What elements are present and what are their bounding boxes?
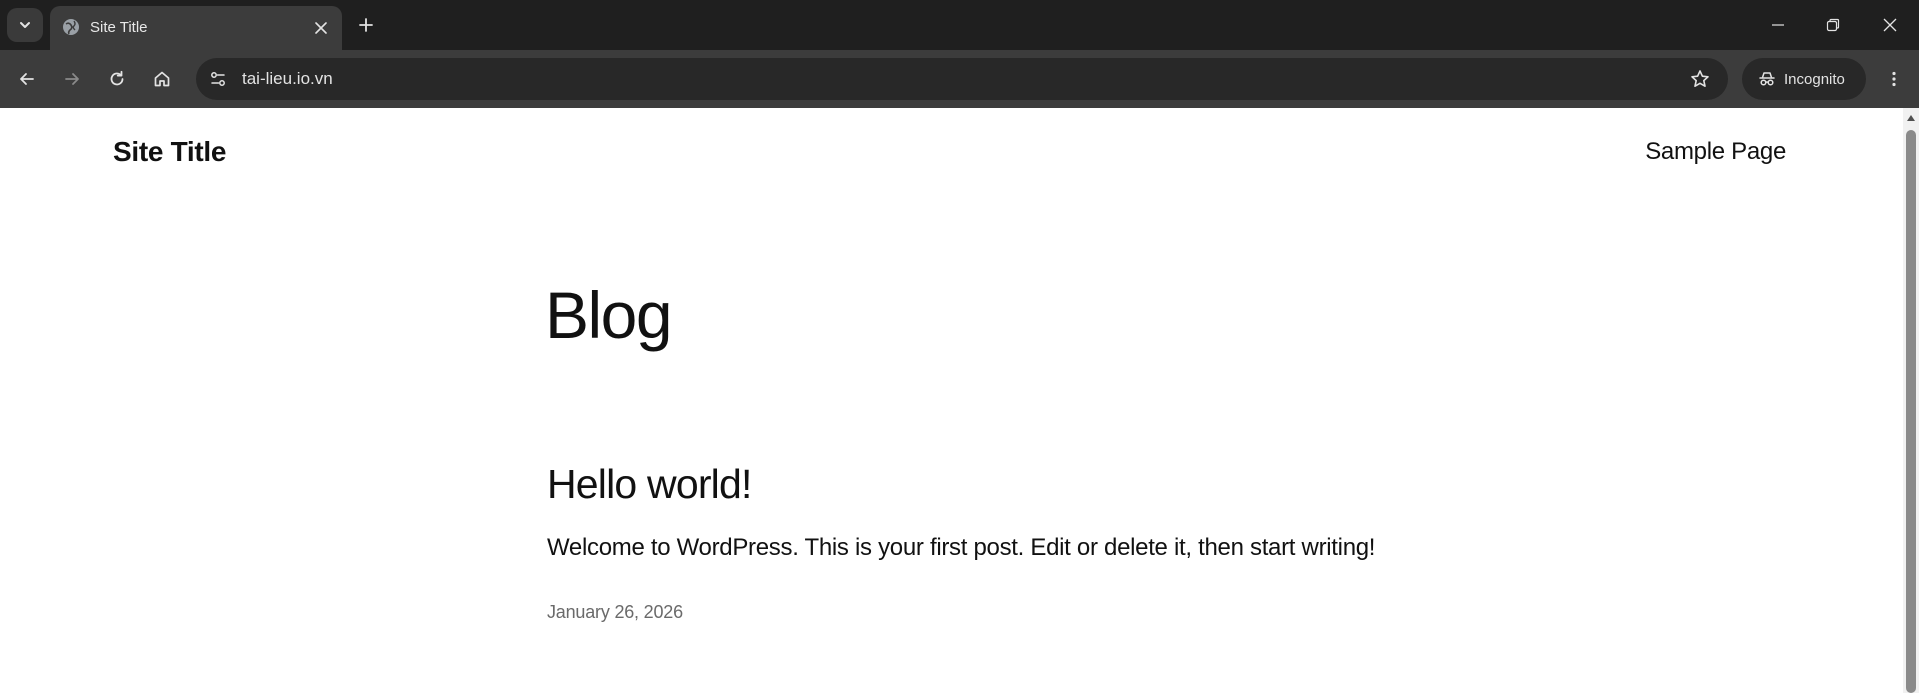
home-icon <box>154 71 170 87</box>
page-viewport: Site Title Sample Page Blog Hello world!… <box>0 108 1903 693</box>
globe-icon <box>63 19 79 35</box>
address-bar[interactable]: tai-lieu.io.vn <box>196 58 1728 100</box>
close-window-button[interactable] <box>1870 8 1910 42</box>
browser-chrome: Site Title tai-lieu.io.vn Incognito <box>0 0 1919 108</box>
kebab-menu-icon <box>1892 71 1896 87</box>
scroll-up-button[interactable] <box>1903 112 1919 124</box>
minimize-icon <box>1772 24 1784 26</box>
tab-active[interactable]: Site Title <box>50 6 342 50</box>
incognito-indicator[interactable]: Incognito <box>1742 58 1866 100</box>
tune-icon <box>211 72 225 86</box>
scrollbar-thumb[interactable] <box>1906 130 1916 693</box>
triangle-up-icon <box>1907 115 1915 121</box>
minimize-button[interactable] <box>1758 8 1798 42</box>
site-title-link[interactable]: Site Title <box>113 136 226 168</box>
browser-menu-button[interactable] <box>1876 61 1912 97</box>
star-icon <box>1691 70 1709 87</box>
back-button[interactable] <box>9 61 45 97</box>
new-tab-button[interactable] <box>352 11 380 39</box>
browser-toolbar: tai-lieu.io.vn Incognito <box>0 50 1919 108</box>
tab-close-button[interactable] <box>310 17 332 39</box>
close-icon <box>1883 18 1897 32</box>
arrow-right-icon <box>65 73 79 85</box>
chevron-down-icon <box>20 22 30 28</box>
forward-button[interactable] <box>54 61 90 97</box>
vertical-scrollbar[interactable] <box>1903 108 1919 693</box>
tab-strip: Site Title <box>0 0 1919 50</box>
reload-button[interactable] <box>99 61 135 97</box>
post-date: January 26, 2026 <box>547 602 683 622</box>
url-text[interactable]: tai-lieu.io.vn <box>242 69 333 89</box>
restore-icon <box>1826 18 1840 32</box>
incognito-icon <box>1759 72 1775 86</box>
tab-title: Site Title <box>90 19 148 36</box>
home-button[interactable] <box>144 61 180 97</box>
bookmark-button[interactable] <box>1684 63 1716 95</box>
close-icon <box>315 22 327 34</box>
reload-icon <box>110 70 124 86</box>
tab-search-button[interactable] <box>7 8 43 42</box>
plus-icon <box>359 18 373 32</box>
arrow-left-icon <box>20 73 34 85</box>
page-title: Blog <box>545 278 673 352</box>
post-excerpt: Welcome to WordPress. This is your first… <box>547 534 1376 561</box>
incognito-label: Incognito <box>1784 70 1845 88</box>
nav-link-sample-page[interactable]: Sample Page <box>1645 138 1786 166</box>
restore-button[interactable] <box>1813 8 1853 42</box>
site-info-button[interactable] <box>202 63 234 95</box>
post-title-link[interactable]: Hello world! <box>547 464 752 505</box>
